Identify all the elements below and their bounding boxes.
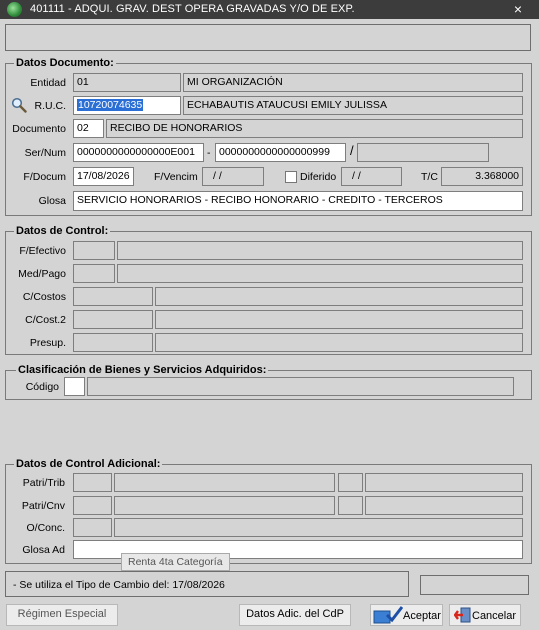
fefectivo-label: F/Efectivo — [19, 245, 66, 257]
oconc-label: O/Conc. — [26, 522, 65, 534]
codigo-desc-field — [87, 377, 514, 396]
status-message-bar: - Se utiliza el Tipo de Cambio del: 17/0… — [5, 571, 409, 597]
sernum-label: Ser/Num — [24, 147, 66, 159]
glosa-label: Glosa — [38, 195, 66, 207]
tc-label: T/C — [421, 171, 438, 183]
patritrib-label: Patri/Trib — [22, 477, 65, 489]
ccostos-code-field[interactable] — [73, 287, 153, 306]
accept-icon — [373, 606, 404, 624]
diferido-field[interactable]: / / — [341, 167, 402, 186]
diferido-label: Diferido — [300, 171, 337, 183]
presup-code-field[interactable] — [73, 333, 153, 352]
glosa-input[interactable]: SERVICIO HONORARIOS - RECIBO HONORARIO -… — [73, 191, 523, 211]
control-legend: Datos de Control: — [14, 225, 111, 237]
documento-code-input[interactable]: 02 — [73, 119, 104, 138]
top-info-bar — [5, 24, 531, 51]
oconc-code-field[interactable] — [73, 518, 112, 537]
sernum-extra-field — [357, 143, 489, 162]
sernum-dash: - — [207, 147, 211, 159]
ccostos-label: C/Costos — [22, 291, 66, 303]
medpago-desc-field — [117, 264, 523, 283]
window-title: 401111 - ADQUI. GRAV. DEST OPERA GRAVADA… — [30, 3, 355, 15]
presup-desc-field — [155, 333, 523, 352]
diferido-checkbox[interactable] — [285, 171, 297, 183]
serie-input[interactable]: 0000000000000000E001 — [73, 143, 204, 162]
ccost2-label: C/Cost.2 — [25, 314, 66, 326]
oconc-desc-field — [114, 518, 523, 537]
adicional-legend: Datos de Control Adicional: — [14, 458, 163, 470]
patricnv-code-field[interactable] — [73, 496, 112, 515]
renta-tooltip: Renta 4ta Categoría — [121, 553, 230, 571]
fdocum-input[interactable]: 17/08/2026 — [73, 167, 134, 186]
ruc-label: R.U.C. — [34, 100, 67, 112]
fvencim-label: F/Vencim — [154, 171, 198, 183]
fvencim-field[interactable]: / / — [202, 167, 264, 186]
fefectivo-desc-field — [117, 241, 523, 260]
patricnv-desc2-field — [365, 496, 523, 515]
ruc-name-field: ECHABAUTIS ATAUCUSI EMILY JULISSA — [183, 96, 523, 115]
aceptar-label: Aceptar — [403, 610, 441, 622]
clasif-legend: Clasificación de Bienes y Servicios Adqu… — [16, 364, 269, 376]
title-bar: 401111 - ADQUI. GRAV. DEST OPERA GRAVADA… — [0, 0, 539, 19]
codigo-label: Código — [25, 381, 59, 393]
status-message: - Se utiliza el Tipo de Cambio del: 17/0… — [13, 579, 225, 591]
documento-name-field: RECIBO DE HONORARIOS — [106, 119, 523, 138]
ccost2-desc-field — [155, 310, 523, 329]
sernum-slash: / — [350, 143, 354, 158]
entidad-label: Entidad — [30, 77, 66, 89]
patricnv-label: Patri/Cnv — [21, 500, 65, 512]
patritrib-code2-field[interactable] — [338, 473, 363, 492]
cancelar-label: Cancelar — [472, 610, 517, 622]
entidad-name-field: MI ORGANIZACIÓN — [183, 73, 523, 92]
numero-input[interactable]: 0000000000000000999 — [215, 143, 346, 162]
status-right-box — [420, 575, 529, 595]
patritrib-code-field[interactable] — [73, 473, 112, 492]
documento-label: Documento — [12, 123, 66, 135]
medpago-label: Med/Pago — [18, 268, 66, 280]
app-logo-icon — [7, 2, 22, 17]
magnifier-icon[interactable] — [11, 97, 27, 113]
doc-legend: Datos Documento: — [14, 57, 116, 69]
presup-label: Presup. — [29, 337, 66, 349]
close-icon[interactable]: × — [511, 1, 525, 17]
entidad-code-field[interactable]: 01 — [73, 73, 181, 92]
glosaad-label: Glosa Ad — [22, 544, 65, 556]
fdocum-label: F/Docum — [23, 171, 66, 183]
ccostos-desc-field — [155, 287, 523, 306]
ruc-input-value: 10720074635 — [77, 99, 144, 111]
tc-field: 3.368000 — [441, 167, 523, 186]
codigo-input[interactable] — [64, 377, 85, 396]
cancel-exit-icon — [453, 607, 472, 623]
ruc-input[interactable]: 10720074635 — [73, 96, 181, 115]
patritrib-desc-field — [114, 473, 335, 492]
patricnv-desc-field — [114, 496, 335, 515]
patritrib-desc2-field — [365, 473, 523, 492]
medpago-code-field[interactable] — [73, 264, 115, 283]
ccost2-code-field[interactable] — [73, 310, 153, 329]
patricnv-code2-field[interactable] — [338, 496, 363, 515]
fefectivo-code-field[interactable] — [73, 241, 115, 260]
